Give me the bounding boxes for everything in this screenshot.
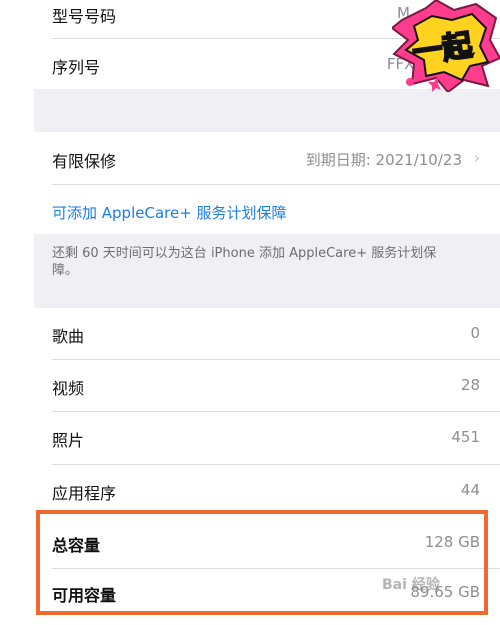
videos-label: 视频 — [52, 379, 85, 398]
photos-row: 照片 451 — [34, 412, 500, 464]
songs-row: 歌曲 0 — [34, 308, 500, 359]
available-capacity-label: 可用容量 — [52, 586, 117, 605]
limited-warranty-label: 有限保修 — [52, 152, 117, 171]
about-screen: 型号号码 M 序列号 FFXD 有限保修 到期日期: 2021/10/23 › … — [34, 0, 500, 625]
total-capacity-value: 128 GB — [424, 533, 480, 551]
total-capacity-label: 总容量 — [52, 536, 101, 555]
songs-label: 歌曲 — [52, 327, 85, 346]
baidu-watermark: Bai 经验 — [382, 577, 440, 593]
applications-row: 应用程序 44 — [34, 465, 500, 516]
songs-count: 0 — [470, 324, 480, 342]
applications-label: 应用程序 — [52, 484, 117, 503]
photos-count: 451 — [451, 428, 480, 446]
sticker-text: 一起 — [409, 27, 475, 72]
section-spacer — [34, 89, 500, 132]
photos-label: 照片 — [52, 431, 85, 450]
applecare-link-row[interactable]: 可添加 AppleCare+ 服务计划保障 — [34, 185, 500, 234]
videos-row: 视频 28 — [34, 360, 500, 411]
add-applecare-link[interactable]: 可添加 AppleCare+ 服务计划保障 — [52, 202, 287, 223]
limited-warranty-row[interactable]: 有限保修 到期日期: 2021/10/23 › — [34, 132, 500, 184]
applecare-footer-note: 还剩 60 天时间可以为这台 iPhone 添加 AppleCare+ 服务计划… — [52, 246, 437, 278]
total-capacity-row: 总容量 128 GB — [34, 518, 500, 568]
warranty-expiry-value: 到期日期: 2021/10/23 — [305, 151, 462, 169]
model-number-label: 型号号码 — [52, 7, 117, 26]
applecare-footer: 还剩 60 天时间可以为这台 iPhone 添加 AppleCare+ 服务计划… — [34, 234, 500, 308]
chevron-right-icon: › — [473, 148, 480, 167]
videos-count: 28 — [460, 376, 480, 394]
serial-number-label: 序列号 — [52, 58, 101, 77]
applications-count: 44 — [460, 481, 480, 499]
sticker-overlay: 一起 — [392, 0, 500, 92]
